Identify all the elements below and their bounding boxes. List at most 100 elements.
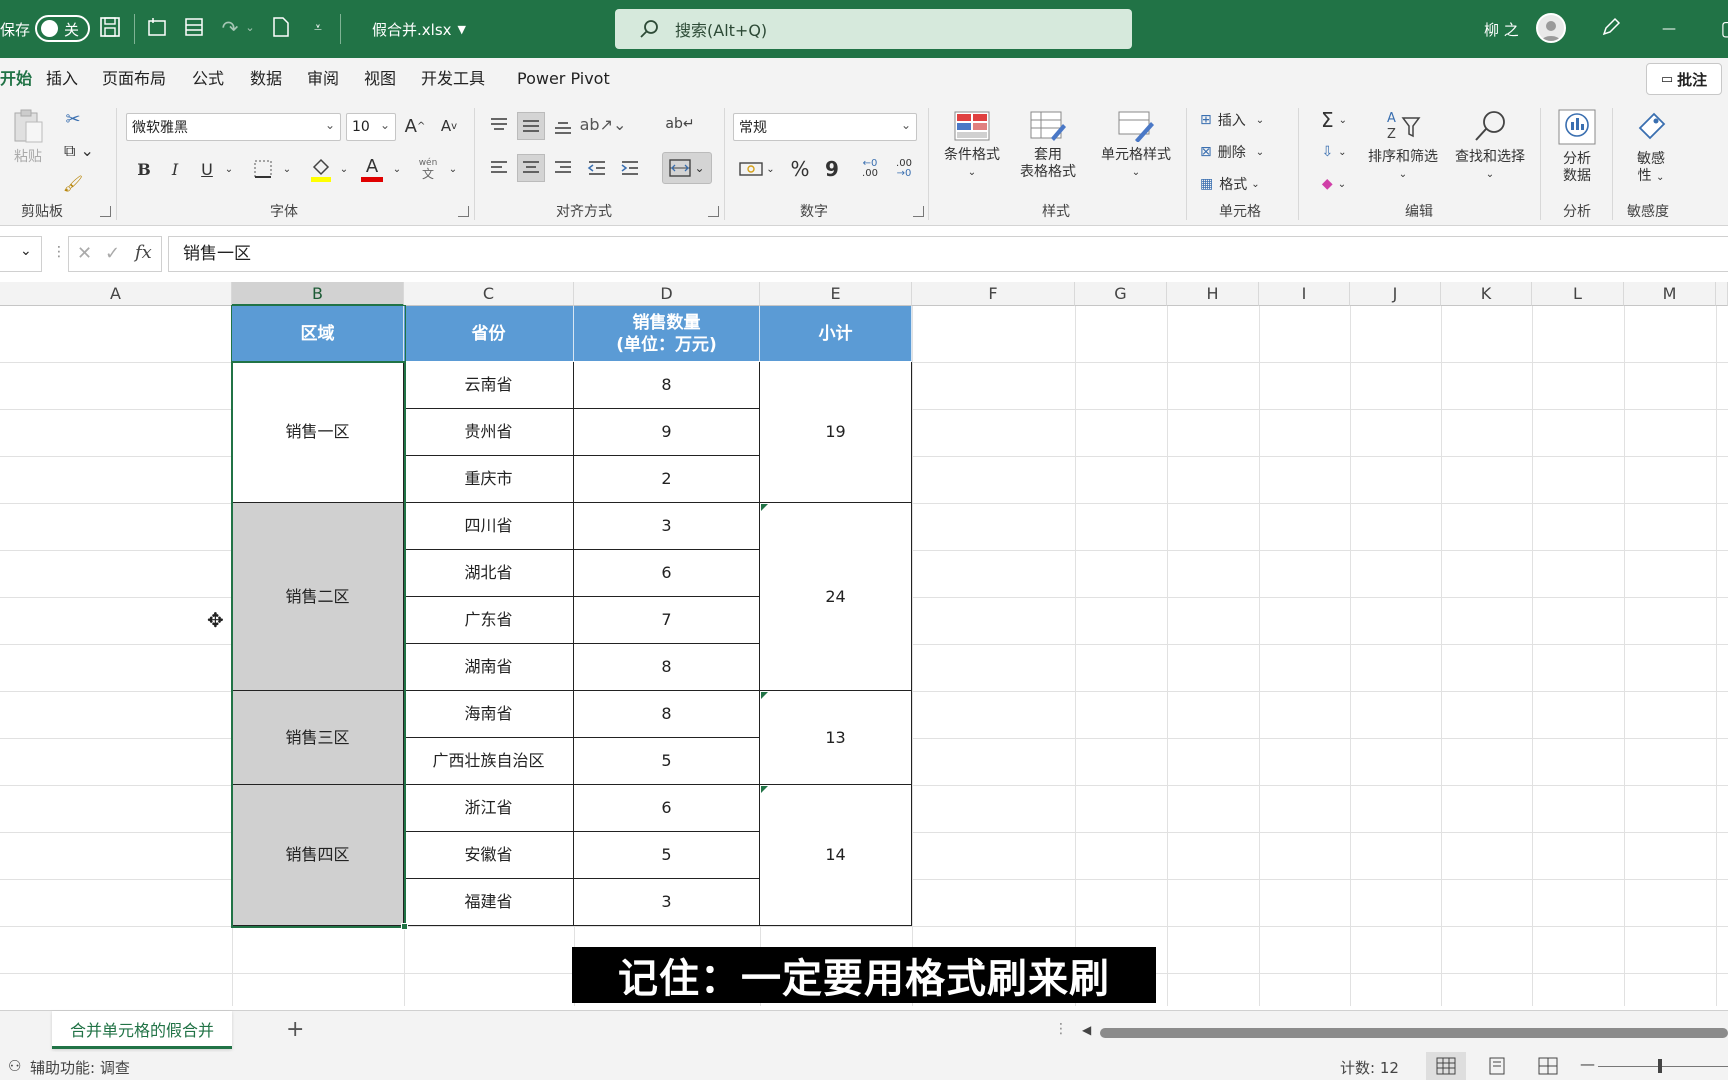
tab-power-pivot[interactable]: Power Pivot xyxy=(517,58,610,100)
quantity-cell[interactable]: 2 xyxy=(574,456,760,503)
alignment-launcher-icon[interactable] xyxy=(708,206,719,217)
zoom-out-button[interactable]: — xyxy=(1580,1055,1595,1073)
search-box[interactable]: 搜索(Alt+Q) xyxy=(615,9,1132,49)
name-box[interactable]: ⌄ xyxy=(0,236,42,272)
customize-qat-icon[interactable]: ⩡ xyxy=(306,16,330,40)
quantity-cell[interactable]: 8 xyxy=(574,362,760,409)
fill-handle[interactable] xyxy=(401,923,408,930)
region-cell[interactable]: 销售四区 xyxy=(232,785,404,926)
province-cell[interactable]: 湖南省 xyxy=(404,644,574,691)
page-break-view-icon[interactable] xyxy=(1538,1057,1558,1075)
column-header-b[interactable]: B xyxy=(232,282,404,306)
font-name-select[interactable]: 微软雅黑 ⌄ xyxy=(126,113,341,141)
column-header-n[interactable] xyxy=(1716,282,1728,306)
save-icon[interactable] xyxy=(98,16,122,40)
format-as-table-button[interactable]: 套用 表格格式 xyxy=(1010,110,1086,181)
align-left-icon[interactable] xyxy=(487,156,511,180)
comma-button[interactable]: 9 xyxy=(822,156,842,182)
align-center-icon[interactable] xyxy=(517,154,545,182)
tab-view[interactable]: 视图 xyxy=(364,58,396,100)
cancel-icon[interactable]: ✕ xyxy=(77,243,92,264)
quantity-cell[interactable]: 8 xyxy=(574,691,760,738)
province-cell[interactable]: 湖北省 xyxy=(404,550,574,597)
shrink-font-button[interactable]: Av xyxy=(437,114,461,138)
clear-icon[interactable]: ◆ ⌄ xyxy=(1314,172,1354,196)
conditional-format-button[interactable]: 条件格式 ⌄ xyxy=(938,110,1006,181)
column-header-a[interactable]: A xyxy=(0,282,232,306)
accessibility-status[interactable]: 辅助功能: 调查 xyxy=(30,1057,130,1078)
percent-button[interactable]: % xyxy=(788,156,812,182)
phonetic-button[interactable]: wén 文 xyxy=(416,154,440,184)
chevron-down-icon[interactable]: ⌄ xyxy=(280,156,294,182)
enter-icon[interactable]: ✓ xyxy=(105,243,120,264)
find-select-button[interactable]: 查找和选择 ⌄ xyxy=(1448,108,1532,183)
chevron-down-icon[interactable]: ⌄ xyxy=(222,156,236,182)
column-header-i[interactable]: I xyxy=(1259,282,1350,306)
cell-styles-button[interactable]: 单元格样式 ⌄ xyxy=(1094,110,1178,181)
insert-function-icon[interactable]: fx xyxy=(135,242,152,263)
cut-icon[interactable]: ✂ xyxy=(62,108,84,130)
header-province[interactable]: 省份 xyxy=(404,306,574,362)
subtotal-cell[interactable]: 19 xyxy=(760,362,912,503)
paste-button[interactable]: 粘贴 xyxy=(8,108,48,166)
quantity-cell[interactable]: 7 xyxy=(574,597,760,644)
column-header-d[interactable]: D xyxy=(574,282,760,306)
province-cell[interactable]: 重庆市 xyxy=(404,456,574,503)
restore-icon[interactable]: ▢ xyxy=(1718,16,1728,40)
chevron-down-icon[interactable]: ⌄ xyxy=(446,156,460,182)
fill-color-icon[interactable] xyxy=(308,156,334,184)
tab-developer[interactable]: 开发工具 xyxy=(421,58,485,100)
italic-button[interactable]: I xyxy=(165,156,185,182)
quantity-cell[interactable]: 5 xyxy=(574,832,760,879)
new-window-icon[interactable] xyxy=(145,16,169,40)
column-header-g[interactable]: G xyxy=(1075,282,1167,306)
more-icon[interactable]: ⋮ xyxy=(1054,1021,1068,1037)
user-name[interactable]: 柳 之 xyxy=(1484,0,1519,58)
subtotal-cell[interactable]: 24 xyxy=(760,503,912,691)
align-top-icon[interactable] xyxy=(487,114,511,138)
decrease-indent-icon[interactable] xyxy=(585,156,609,180)
quantity-cell[interactable]: 9 xyxy=(574,409,760,456)
increase-indent-icon[interactable] xyxy=(618,156,642,180)
header-region[interactable]: 区域 xyxy=(232,306,404,362)
bold-button[interactable]: B xyxy=(134,156,154,182)
merge-center-icon[interactable]: ⌄ xyxy=(662,152,712,184)
column-header-j[interactable]: J xyxy=(1350,282,1441,306)
column-header-k[interactable]: K xyxy=(1441,282,1532,306)
province-cell[interactable]: 贵州省 xyxy=(404,409,574,456)
sort-filter-button[interactable]: AZ 排序和筛选 ⌄ xyxy=(1362,108,1444,183)
subtotal-cell[interactable]: 13 xyxy=(760,691,912,785)
underline-button[interactable]: U xyxy=(197,156,217,182)
comment-button[interactable]: ▭ 批注 xyxy=(1646,63,1722,95)
tab-data[interactable]: 数据 xyxy=(250,58,282,100)
align-bottom-icon[interactable] xyxy=(551,114,575,138)
sheet-tab-active[interactable]: 合并单元格的假合并 xyxy=(52,1011,232,1049)
delete-cells-button[interactable]: ⊠ 删除 ⌄ xyxy=(1200,140,1286,164)
column-header-l[interactable]: L xyxy=(1532,282,1624,306)
grow-font-button[interactable]: A ^ xyxy=(403,114,427,138)
province-cell[interactable]: 安徽省 xyxy=(404,832,574,879)
quantity-cell[interactable]: 3 xyxy=(574,879,760,926)
number-format-select[interactable]: 常规 ⌄ xyxy=(733,113,917,141)
increase-decimal-button[interactable]: ←0.00 xyxy=(856,156,884,182)
region-cell[interactable]: 销售一区 xyxy=(232,362,404,503)
zoom-slider-thumb[interactable] xyxy=(1658,1059,1662,1073)
insert-cells-button[interactable]: ⊞ 插入 ⌄ xyxy=(1200,108,1286,132)
quantity-cell[interactable]: 6 xyxy=(574,785,760,832)
column-header-m[interactable]: M xyxy=(1624,282,1716,306)
header-quantity[interactable]: 销售数量 (单位：万元) xyxy=(574,306,760,362)
region-cell[interactable]: 销售三区 xyxy=(232,691,404,785)
border-icon[interactable] xyxy=(252,158,274,180)
header-subtotal[interactable]: 小计 xyxy=(760,306,912,362)
province-cell[interactable]: 广西壮族自治区 xyxy=(404,738,574,785)
province-cell[interactable]: 四川省 xyxy=(404,503,574,550)
form-icon[interactable] xyxy=(182,16,206,40)
fill-icon[interactable]: ⇩ ⌄ xyxy=(1314,140,1354,164)
orientation-icon[interactable]: ab↗⌄ xyxy=(580,112,627,136)
page-layout-view-icon[interactable] xyxy=(1487,1057,1507,1075)
autosave-toggle[interactable]: 关 xyxy=(35,15,90,42)
province-cell[interactable]: 海南省 xyxy=(404,691,574,738)
scroll-left-icon[interactable]: ◀ xyxy=(1082,1023,1091,1037)
number-launcher-icon[interactable] xyxy=(913,206,924,217)
pen-icon[interactable] xyxy=(1599,16,1623,40)
